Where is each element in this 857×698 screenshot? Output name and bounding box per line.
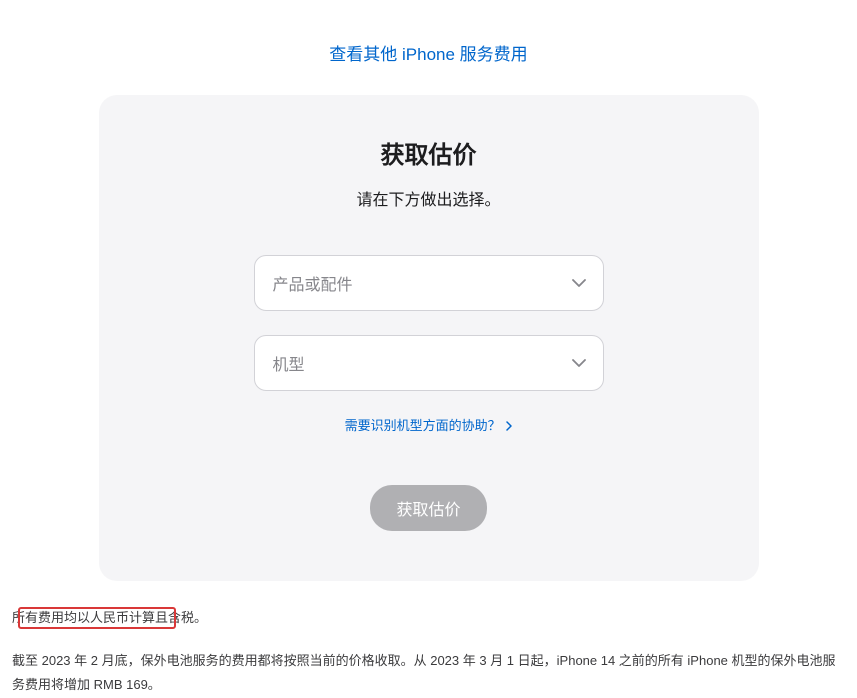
footer-currency-note: 所有费用均以人民币计算且含税。 xyxy=(12,606,845,631)
help-link-text: 需要识别机型方面的协助？ xyxy=(345,418,501,433)
other-services-link[interactable]: 查看其他 iPhone 服务费用 xyxy=(329,45,527,64)
model-select-wrap: 机型 xyxy=(254,335,604,391)
footer-price-notice: 截至 2023 年 2 月底，保外电池服务的费用都将按照当前的价格收取。从 20… xyxy=(12,649,845,698)
get-estimate-button[interactable]: 获取估价 xyxy=(370,485,486,531)
footer: 所有费用均以人民币计算且含税。 截至 2023 年 2 月底，保外电池服务的费用… xyxy=(0,581,857,698)
product-select[interactable]: 产品或配件 xyxy=(254,255,604,311)
product-select-wrap: 产品或配件 xyxy=(254,255,604,311)
card-title: 获取估价 xyxy=(149,135,709,170)
estimate-card: 获取估价 请在下方做出选择。 产品或配件 机型 需要识别机型方面的协助？ 获取估… xyxy=(99,95,759,581)
card-subtitle: 请在下方做出选择。 xyxy=(149,186,709,210)
identify-model-help-link[interactable]: 需要识别机型方面的协助？ xyxy=(345,418,513,433)
chevron-right-icon xyxy=(506,419,512,434)
model-select[interactable]: 机型 xyxy=(254,335,604,391)
